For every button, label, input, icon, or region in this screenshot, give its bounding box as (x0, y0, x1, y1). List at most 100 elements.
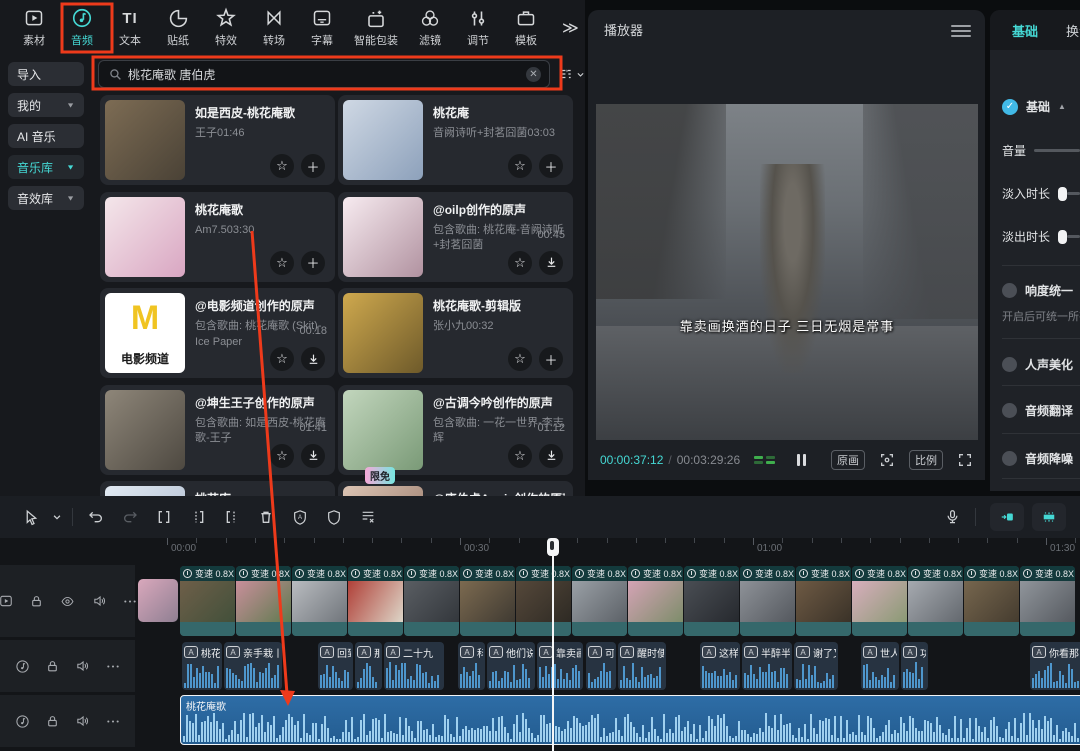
search-input[interactable] (128, 67, 523, 81)
music-card[interactable]: 桃花庵~ (100, 481, 335, 496)
sidebar-item-我的[interactable]: 我的▼ (8, 93, 84, 117)
video-clip[interactable]: 变速 0.8X (348, 566, 403, 636)
search-clear-icon[interactable]: ✕ (526, 67, 541, 82)
favorite-star-icon[interactable]: ☆ (508, 444, 532, 468)
shield-icon[interactable] (317, 503, 351, 531)
tab-voice-change[interactable]: 换音色 (1066, 21, 1080, 40)
toolbar-item-captions[interactable]: 字幕 (298, 7, 346, 48)
tab-basic[interactable]: 基础 (1012, 21, 1038, 40)
caption-clip[interactable]: A功 (901, 642, 928, 690)
favorite-star-icon[interactable]: ☆ (270, 347, 294, 371)
dots-icon[interactable] (106, 719, 120, 724)
download-icon[interactable] (301, 444, 325, 468)
video-clip[interactable]: 变速 0.8X (1020, 566, 1075, 636)
video-clip[interactable]: 变速 0.8X (628, 566, 683, 636)
delete-icon[interactable] (249, 503, 283, 531)
favorite-star-icon[interactable]: ☆ (508, 251, 532, 275)
quality-indicator-icon[interactable] (754, 456, 775, 464)
video-preview[interactable]: 靠卖画换酒的日子 三日无烟是常事 (596, 104, 978, 440)
caption-clip[interactable]: A世人 (861, 642, 899, 690)
video-clip[interactable]: 变速 0.8X (572, 566, 627, 636)
sidebar-item-音效库[interactable]: 音效库▼ (8, 186, 84, 210)
original-quality-button[interactable]: 原画 (831, 450, 865, 470)
video-clip[interactable]: 变速 0.8X (964, 566, 1019, 636)
fade-out-slider[interactable] (1058, 230, 1080, 244)
music-card[interactable]: 桃花庵音阙诗听+封茗囧菌03:03☆＋ (338, 95, 573, 185)
toolbar-item-effects[interactable]: 特效 (202, 7, 250, 48)
focus-frame-icon[interactable] (879, 452, 895, 468)
delete-right-icon[interactable] (215, 503, 249, 531)
cover-thumbnail[interactable] (138, 579, 178, 622)
aspect-ratio-button[interactable]: 比例 (909, 450, 943, 470)
basic-checkbox[interactable]: ✓ (1002, 99, 1018, 115)
video-clip[interactable]: 变速 0.8X (404, 566, 459, 636)
caption-clip[interactable]: A可 (586, 642, 616, 690)
pause-button[interactable] (797, 454, 806, 466)
video-clip[interactable]: 变速 0.8X (684, 566, 739, 636)
video-clip[interactable]: 变速 0.8X (236, 566, 291, 636)
select-tool-icon[interactable] (14, 503, 48, 531)
lock-icon[interactable] (46, 659, 59, 674)
music-card[interactable]: 桃花庵歌Am7.503:30☆＋ (100, 192, 335, 282)
music-card[interactable]: @坤生王子创作的原声包含歌曲: 如是西皮-桃花庵歌-王子01:41☆ (100, 385, 335, 475)
add-to-track-icon[interactable]: ＋ (539, 347, 563, 371)
video-clip[interactable]: 变速 0.8X (908, 566, 963, 636)
delete-left-icon[interactable] (181, 503, 215, 531)
mute-clip-icon[interactable]: A (283, 503, 317, 531)
caption-clip[interactable]: A回到 (318, 642, 353, 690)
caption-clip[interactable]: A二十九 (384, 642, 444, 690)
eye-icon[interactable] (59, 595, 76, 608)
collapse-arrow-icon[interactable]: ▲ (1058, 102, 1066, 111)
toolbar-item-adjust[interactable]: 调节 (454, 7, 502, 48)
player-menu-icon[interactable] (951, 22, 971, 40)
speaker-icon[interactable] (75, 714, 90, 728)
add-to-track-icon[interactable]: ＋ (301, 251, 325, 275)
select-tool-dropdown-icon[interactable] (48, 503, 66, 531)
caption-clip[interactable]: A这样 (700, 642, 740, 690)
video-clip[interactable]: 变速 0.8X (180, 566, 235, 636)
toolbar-item-audio[interactable]: 音频 (58, 7, 106, 48)
add-to-track-icon[interactable]: ＋ (301, 154, 325, 178)
filter-button[interactable] (558, 67, 585, 81)
toolbar-item-material[interactable]: 素材 (10, 7, 58, 48)
caption-clip[interactable]: A谢了又 (794, 642, 838, 690)
script-match-icon[interactable]: 限免 (351, 503, 385, 531)
video-clip[interactable]: 变速 0.8X (740, 566, 795, 636)
caption-clip[interactable]: A科 (458, 642, 485, 690)
caption-clip[interactable]: A靠卖画 (537, 642, 583, 690)
video-clip[interactable]: 变速 0.8X (796, 566, 851, 636)
lock-icon[interactable] (30, 594, 43, 609)
vocal-beautify-toggle[interactable] (1002, 357, 1017, 372)
dots-icon[interactable] (106, 664, 120, 669)
split-icon[interactable] (147, 503, 181, 531)
download-icon[interactable] (539, 251, 563, 275)
redo-icon[interactable] (113, 503, 147, 531)
search-box[interactable]: ✕ (98, 60, 550, 88)
caption-clip[interactable]: A醒时便 (618, 642, 666, 690)
favorite-star-icon[interactable]: ☆ (270, 154, 294, 178)
music-card[interactable]: 如是西皮-桃花庵歌王子01:46☆＋ (100, 95, 335, 185)
toolbar-expand-icon[interactable]: ≫ (562, 18, 579, 38)
favorite-star-icon[interactable]: ☆ (508, 154, 532, 178)
favorite-star-icon[interactable]: ☆ (270, 444, 294, 468)
record-voiceover-icon[interactable] (935, 503, 969, 531)
toolbar-item-transitions[interactable]: 转场 (250, 7, 298, 48)
toolbar-item-sticker[interactable]: 贴纸 (154, 7, 202, 48)
toolbar-item-filters[interactable]: 滤镜 (406, 7, 454, 48)
toolbar-item-text[interactable]: TI文本 (106, 7, 154, 48)
denoise-toggle[interactable] (1002, 451, 1017, 466)
sidebar-item-AI 音乐[interactable]: AI 音乐 (8, 124, 84, 148)
music-card[interactable]: 桃花庵歌-剪辑版张小九00:32☆＋ (338, 288, 573, 378)
download-icon[interactable] (539, 444, 563, 468)
caption-clip[interactable]: A亲手栽丨 (224, 642, 282, 690)
volume-slider[interactable] (1034, 149, 1080, 152)
speaker-icon[interactable] (75, 659, 90, 673)
fullscreen-icon[interactable] (957, 452, 973, 468)
music-icon[interactable] (15, 659, 30, 674)
toolbar-item-smart-pack[interactable]: 智能包装 (346, 7, 406, 48)
audio-clip-selected[interactable]: 桃花庵歌 (180, 695, 1080, 745)
timeline-ruler[interactable]: 00:0000:3001:0001:30 (0, 538, 1080, 562)
toolbar-item-templates[interactable]: 模板 (502, 7, 550, 48)
video-clip[interactable]: 变速 0.8X (852, 566, 907, 636)
caption-clip[interactable]: A桃花 (182, 642, 222, 690)
